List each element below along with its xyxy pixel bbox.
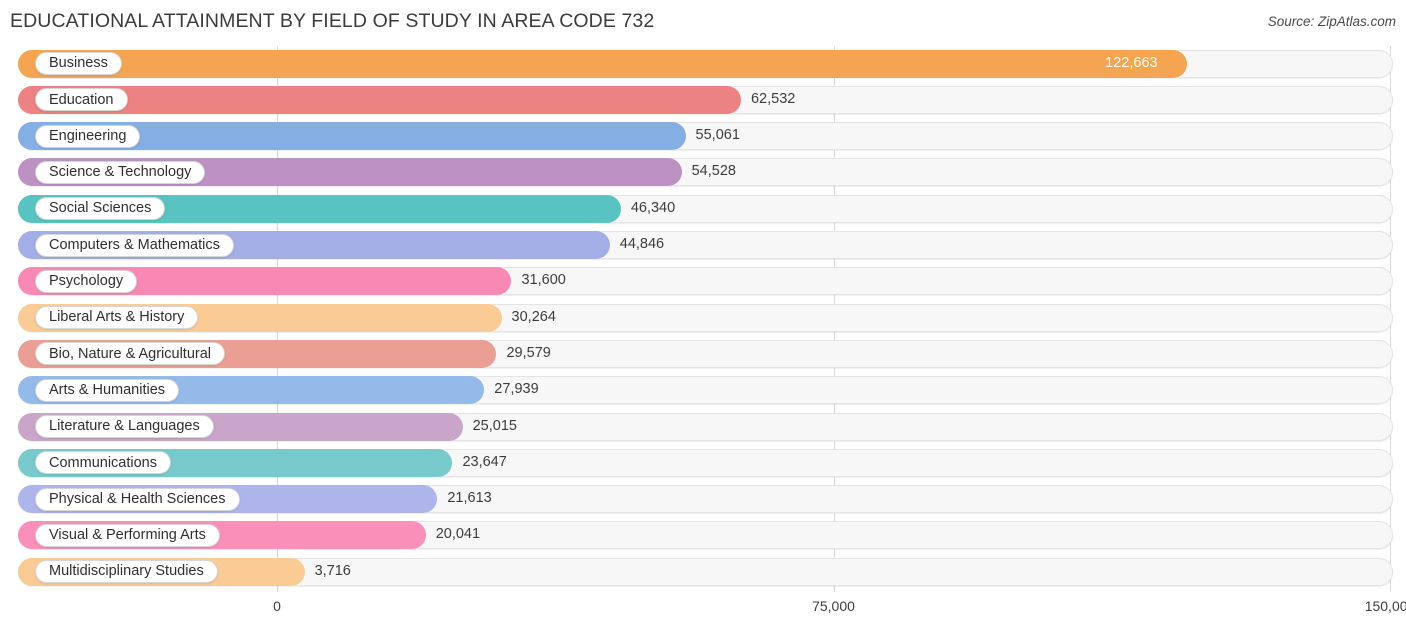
category-label-pill: Science & Technology xyxy=(35,160,206,184)
bar-row: Liberal Arts & History 30,264 xyxy=(0,302,1406,338)
bar-rows: Business 122,663 Education 62,532 Engineerin… xyxy=(0,46,1406,592)
bar[interactable] xyxy=(18,49,1188,78)
plot-area: Business 122,663 Education 62,532 Engineerin… xyxy=(0,46,1406,592)
category-label: Education xyxy=(49,91,114,108)
bar-row: Engineering 55,061 xyxy=(0,120,1406,156)
category-label: Business xyxy=(49,55,108,72)
bar-row: Education 62,532 xyxy=(0,84,1406,120)
bar-value-label: 55,061 xyxy=(695,127,740,144)
bar-row: Social Sciences 46,340 xyxy=(0,193,1406,229)
source-attribution: Source: ZipAtlas.com xyxy=(1267,14,1396,29)
category-label-pill: Business xyxy=(35,52,122,75)
bar-row: Communications 23,647 xyxy=(0,447,1406,483)
x-tick-label: 0 xyxy=(273,598,281,614)
bar-row: Computers & Mathematics 44,846 xyxy=(0,229,1406,265)
category-label: Social Sciences xyxy=(49,200,152,217)
category-label: Psychology xyxy=(49,273,124,290)
bar-value-label: 20,041 xyxy=(435,526,481,543)
category-label: Literature & Languages xyxy=(49,418,200,435)
bar-value-label: 30,264 xyxy=(511,308,556,325)
category-label-pill: Physical & Health Sciences xyxy=(35,487,240,511)
bar-value-label: 62,532 xyxy=(750,90,796,107)
bar-value-label: 122,663 xyxy=(1105,54,1158,71)
category-label-pill: Bio, Nature & Agricultural xyxy=(35,342,225,366)
category-label: Engineering xyxy=(49,127,127,144)
category-label-pill: Social Sciences xyxy=(35,197,166,221)
category-label-pill: Psychology xyxy=(35,269,138,293)
bar-value-label: 54,528 xyxy=(691,163,736,180)
bar-value-label: 23,647 xyxy=(462,453,507,470)
category-label-pill: Computers & Mathematics xyxy=(35,233,234,257)
x-axis: 0 75,000 150,000 xyxy=(0,592,1406,631)
bar-row: Arts & Humanities 27,939 xyxy=(0,374,1406,410)
category-label: Computers & Mathematics xyxy=(49,236,220,253)
page-title: EDUCATIONAL ATTAINMENT BY FIELD OF STUDY… xyxy=(10,10,655,32)
category-label: Multidisciplinary Studies xyxy=(49,563,204,580)
bar-row: Science & Technology 54,528 xyxy=(0,156,1406,192)
category-label-pill: Engineering xyxy=(35,124,141,148)
category-label-pill: Liberal Arts & History xyxy=(35,306,199,330)
bar-value-label: 46,340 xyxy=(630,199,676,216)
category-label-pill: Education xyxy=(35,88,128,112)
category-label: Visual & Performing Arts xyxy=(49,527,206,544)
bar-value-label: 29,579 xyxy=(506,344,551,361)
bar-row: Bio, Nature & Agricultural 29,579 xyxy=(0,338,1406,374)
category-label: Physical & Health Sciences xyxy=(49,490,226,507)
bar-value-label: 31,600 xyxy=(521,272,566,289)
category-label-pill: Multidisciplinary Studies xyxy=(35,560,218,584)
category-label: Liberal Arts & History xyxy=(49,309,185,326)
category-label-pill: Communications xyxy=(35,451,171,475)
bar-row: Physical & Health Sciences 21,613 xyxy=(0,483,1406,519)
bar-row: Multidisciplinary Studies 3,716 xyxy=(0,556,1406,592)
category-label: Science & Technology xyxy=(49,164,192,181)
x-tick-label: 75,000 xyxy=(812,598,855,614)
category-label-pill: Arts & Humanities xyxy=(35,378,180,402)
category-label: Communications xyxy=(49,454,157,471)
bar-row: Business 122,663 xyxy=(0,48,1406,84)
bar-value-label: 3,716 xyxy=(314,562,351,579)
category-label: Arts & Humanities xyxy=(49,381,166,398)
bar-value-label: 21,613 xyxy=(447,490,492,507)
bar-row: Visual & Performing Arts 20,041 xyxy=(0,519,1406,555)
category-label-pill: Visual & Performing Arts xyxy=(35,523,220,547)
bar-value-label: 44,846 xyxy=(619,236,665,252)
bar-value-label: 25,015 xyxy=(472,417,517,434)
x-tick-label: 150,000 xyxy=(1364,598,1406,614)
bar-row: Psychology 31,600 xyxy=(0,265,1406,301)
category-label-pill: Literature & Languages xyxy=(35,415,214,438)
bar-value-label: 27,939 xyxy=(494,381,539,398)
chart-page: EDUCATIONAL ATTAINMENT BY FIELD OF STUDY… xyxy=(0,0,1406,631)
category-label: Bio, Nature & Agricultural xyxy=(49,345,211,362)
chart-header: EDUCATIONAL ATTAINMENT BY FIELD OF STUDY… xyxy=(0,0,1406,46)
bar-row: Literature & Languages 25,015 xyxy=(0,411,1406,447)
